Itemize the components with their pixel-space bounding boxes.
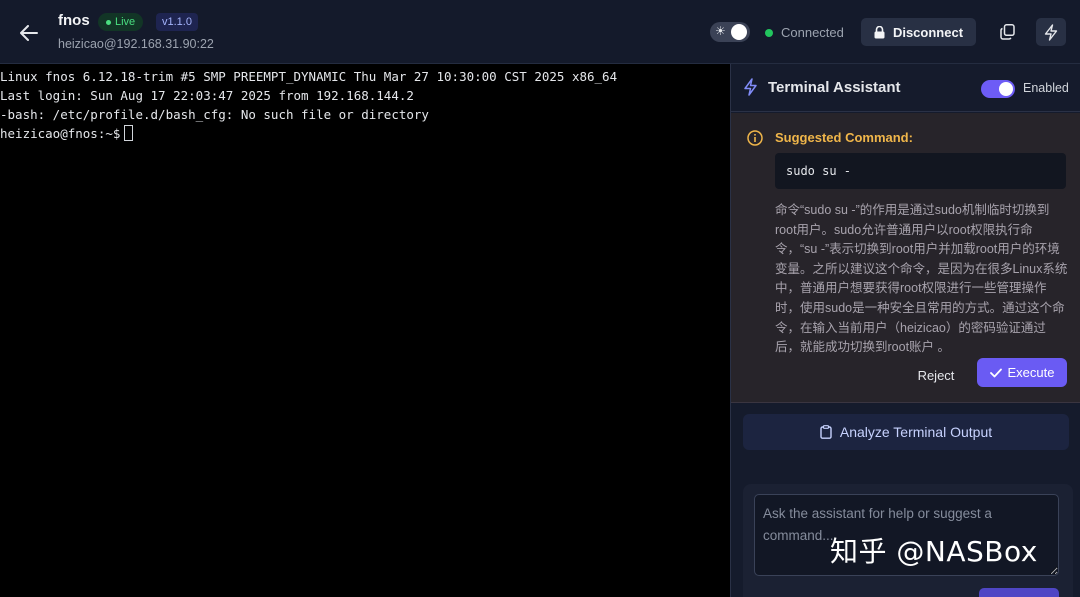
terminal-prompt: heizicao@fnos:~$ [0, 126, 121, 141]
analyze-label: Analyze Terminal Output [839, 424, 993, 440]
terminal-line: Last login: Sun Aug 17 22:03:47 2025 fro… [0, 88, 414, 103]
assistant-title: Terminal Assistant [768, 79, 901, 96]
reject-button[interactable]: Reject [907, 362, 965, 388]
theme-toggle[interactable]: ☀ [710, 22, 750, 42]
assistant-panel-header: Terminal Assistant Enabled [731, 64, 1080, 112]
live-badge: Live [98, 13, 144, 31]
suggested-command-label: Suggested Command: [775, 130, 913, 145]
terminal-prompt-line: heizicao@fnos:~$ [0, 124, 730, 143]
clipboard-icon [820, 425, 832, 439]
send-button[interactable] [979, 588, 1059, 597]
back-arrow-icon [20, 25, 38, 41]
copy-icon [999, 24, 1015, 40]
top-bar: fnos Live v1.1.0 heizicao@192.168.31.90:… [0, 0, 1080, 64]
connection-status-label: Connected [781, 25, 844, 40]
status-dot-icon [765, 28, 773, 37]
assistant-enabled-toggle[interactable] [981, 80, 1015, 98]
copy-button[interactable] [992, 18, 1022, 46]
session-title: fnos [58, 12, 90, 29]
toggle-knob [999, 82, 1013, 96]
enabled-label: Enabled [1023, 81, 1069, 95]
assistant-toggle-button[interactable] [1036, 18, 1066, 46]
terminal-line: -bash: /etc/profile.d/bash_cfg: No such … [0, 107, 429, 122]
execute-label: Execute [1007, 365, 1055, 380]
terminal-line: Linux fnos 6.12.18-trim #5 SMP PREEMPT_D… [0, 69, 618, 84]
version-badge: v1.1.0 [156, 13, 198, 31]
watermark: 知乎 @NASBox [830, 535, 1038, 568]
disconnect-button[interactable]: Disconnect [861, 18, 976, 46]
connection-address: heizicao@192.168.31.90:22 [58, 37, 214, 51]
lock-icon [874, 25, 885, 38]
command-explanation: 命令“sudo su -”的作用是通过sudo机制临时切换到root用户。sud… [775, 203, 1068, 355]
bolt-icon [744, 78, 757, 96]
back-button[interactable] [16, 20, 42, 46]
live-badge-label: Live [115, 16, 136, 28]
theme-toggle-knob [731, 24, 747, 40]
live-dot-icon [106, 19, 111, 25]
analyze-terminal-output-button[interactable]: Analyze Terminal Output [743, 414, 1069, 450]
execute-button[interactable]: Execute [977, 358, 1067, 387]
suggested-command-card: Suggested Command: sudo su - 命令“sudo su … [731, 113, 1080, 403]
bolt-icon [1044, 23, 1058, 41]
assistant-panel: Terminal Assistant Enabled Suggested Com… [730, 64, 1080, 597]
suggested-command: sudo su - [775, 153, 1066, 189]
sun-icon: ☀ [715, 24, 726, 38]
info-icon [747, 130, 763, 146]
disconnect-label: Disconnect [892, 24, 964, 40]
check-icon [989, 368, 1002, 377]
connection-status: Connected [765, 25, 844, 40]
terminal-cursor [124, 125, 134, 141]
terminal-output[interactable]: Linux fnos 6.12.18-trim #5 SMP PREEMPT_D… [0, 64, 730, 597]
